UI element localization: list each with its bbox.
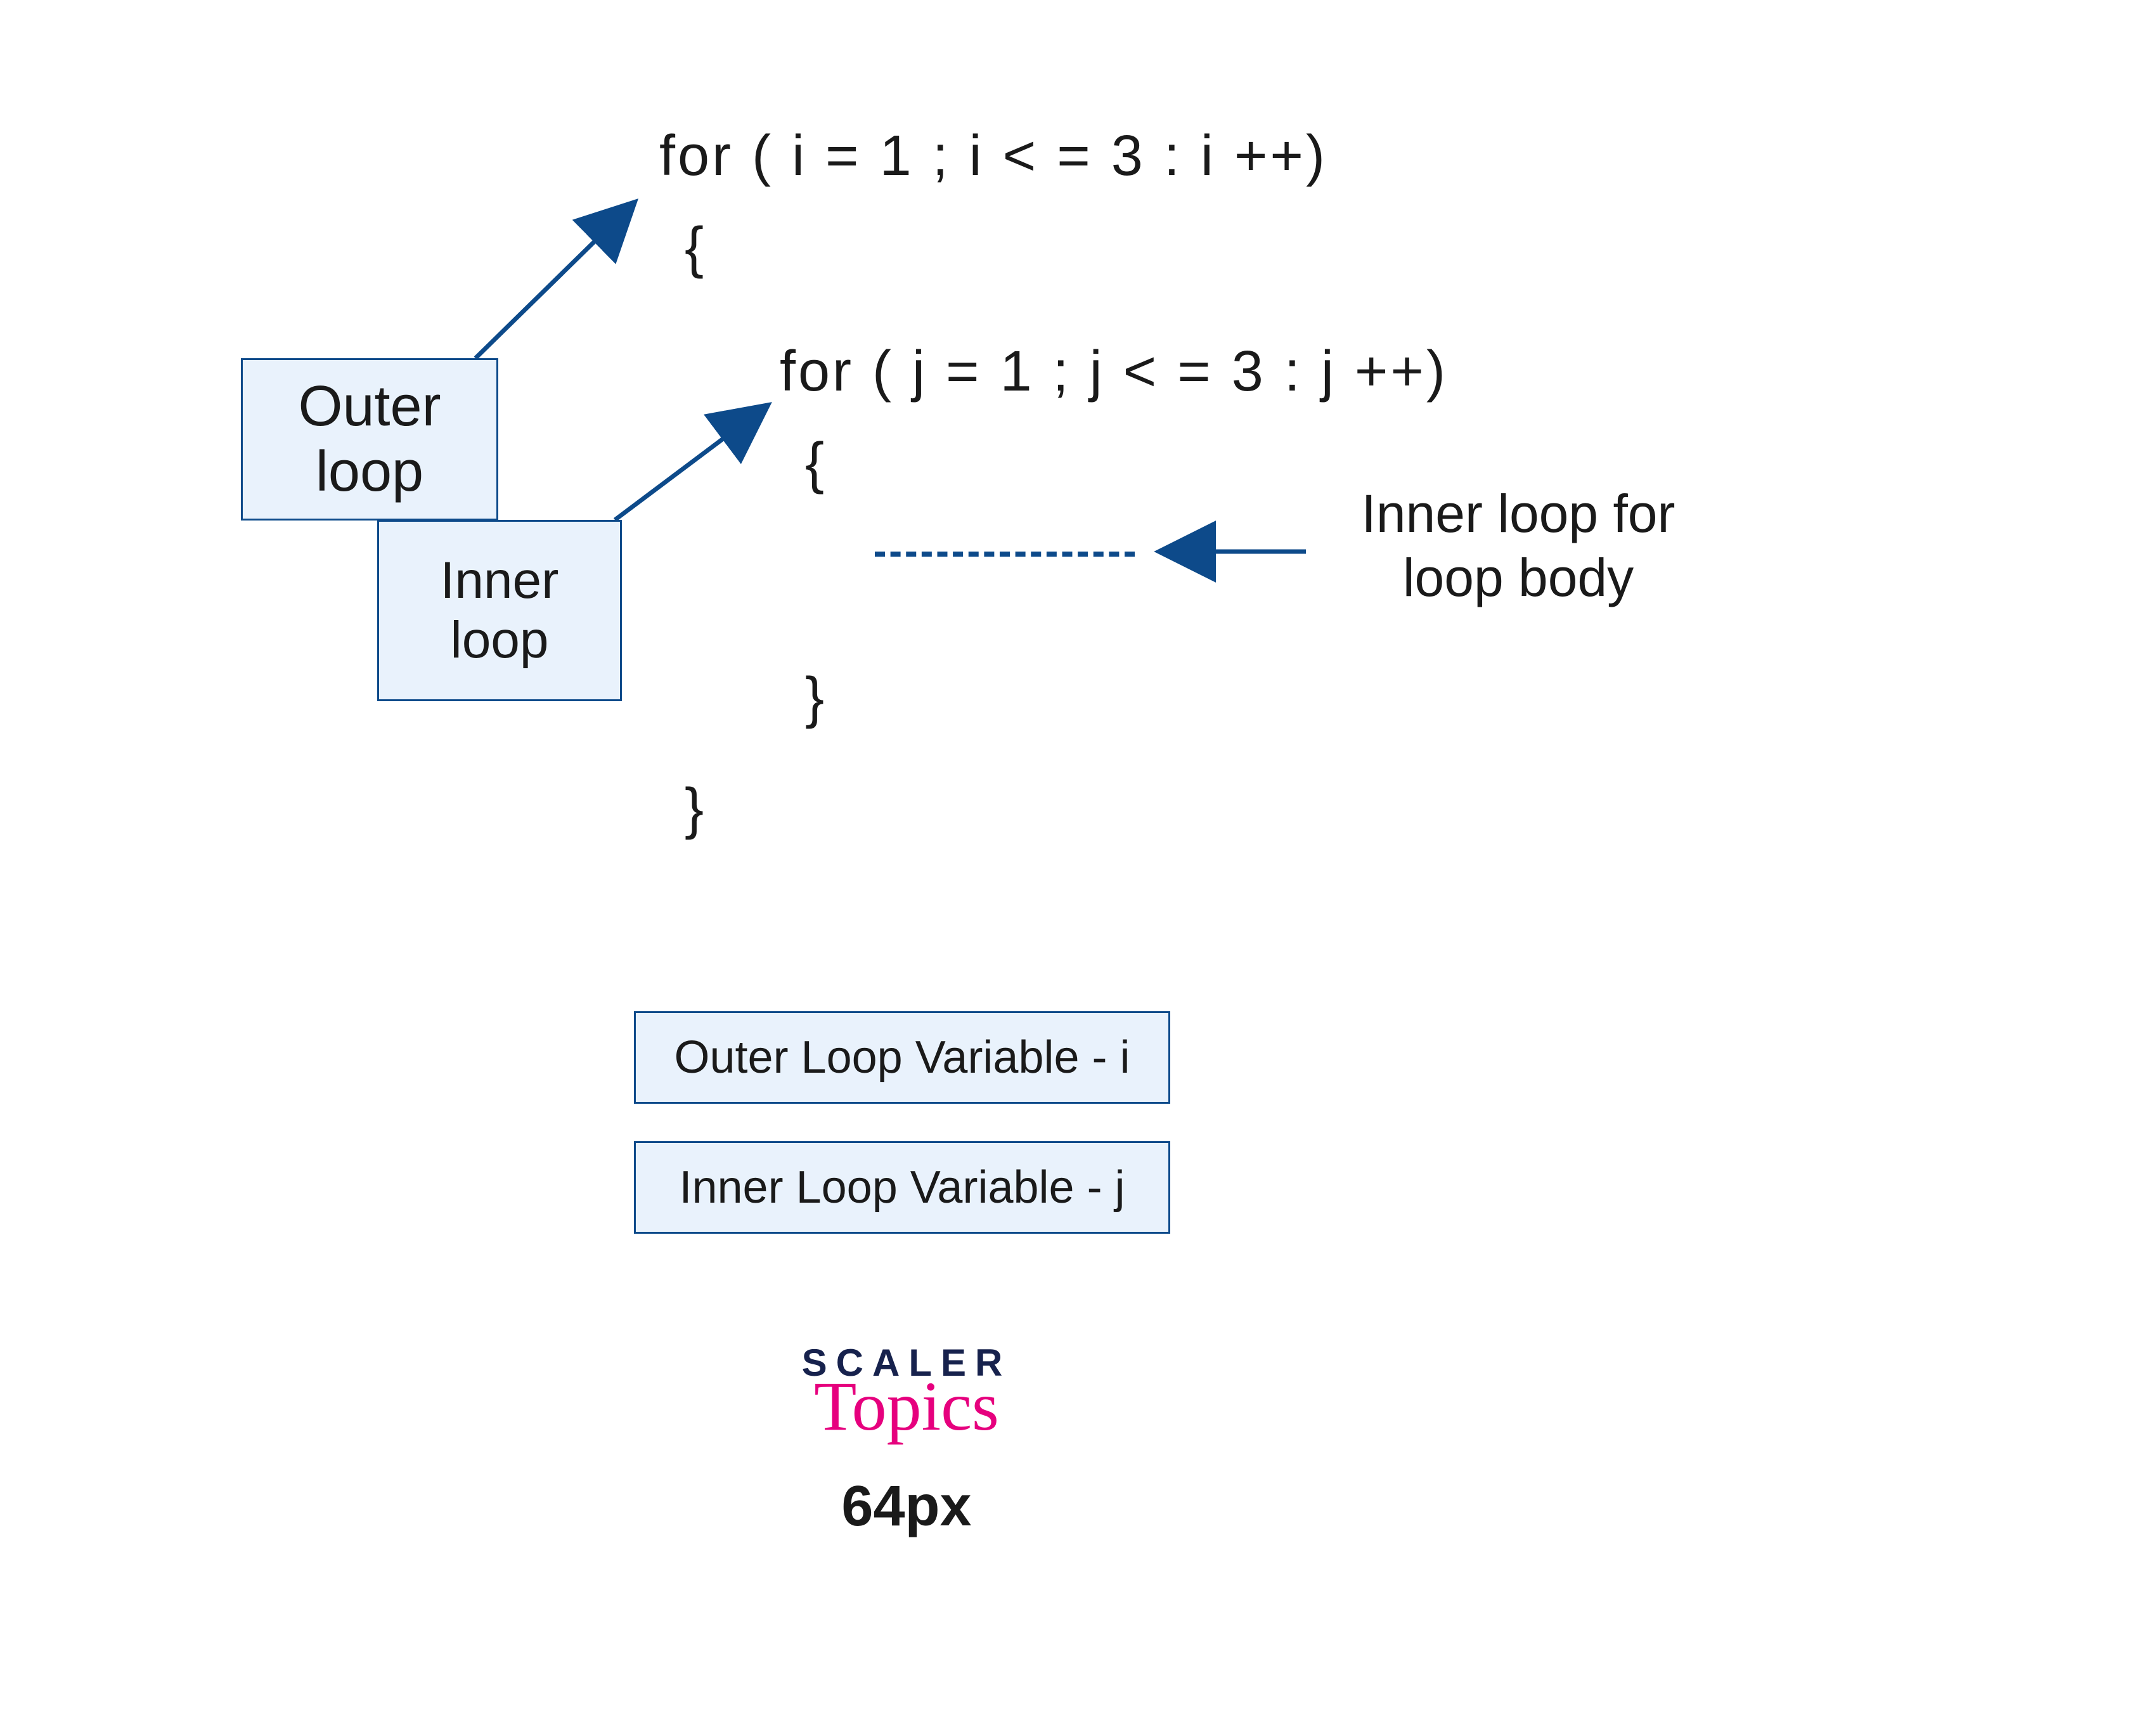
outer-loop-label-box: Outer loop xyxy=(241,358,498,521)
outer-loop-label-line2: loop xyxy=(316,439,423,505)
inner-open-brace: { xyxy=(805,431,824,496)
inner-loop-label-box: Inner loop xyxy=(377,520,622,701)
logo-sub-text: Topics xyxy=(780,1378,1033,1434)
inner-loop-label-line2: loop xyxy=(450,611,548,670)
outer-open-brace: { xyxy=(685,216,704,281)
outer-close-brace: } xyxy=(685,777,704,842)
inner-loop-label-line1: Inner xyxy=(441,551,559,611)
legend-inner-variable: Inner Loop Variable - j xyxy=(634,1141,1170,1234)
diagram-stage: for ( i = 1 ; i < = 3 : i ++) { for ( j … xyxy=(0,0,2156,1720)
scaler-topics-logo: SCALER Topics xyxy=(780,1344,1033,1434)
inner-body-placeholder xyxy=(875,552,1135,557)
outer-for-line: for ( i = 1 ; i < = 3 : i ++) xyxy=(659,124,1327,189)
legend-outer-variable: Outer Loop Variable - i xyxy=(634,1011,1170,1104)
inner-for-line: for ( j = 1 ; j < = 3 : j ++) xyxy=(780,339,1448,404)
inner-body-annotation-l2: loop body xyxy=(1322,546,1715,610)
inner-body-annotation: Inner loop for loop body xyxy=(1322,482,1715,610)
arrow-layer xyxy=(0,0,2156,1720)
outer-loop-label-line1: Outer xyxy=(298,374,441,440)
inner-body-annotation-l1: Inner loop for xyxy=(1322,482,1715,546)
footer-size-text: 64px xyxy=(780,1474,1033,1539)
inner-close-brace: } xyxy=(805,666,824,731)
